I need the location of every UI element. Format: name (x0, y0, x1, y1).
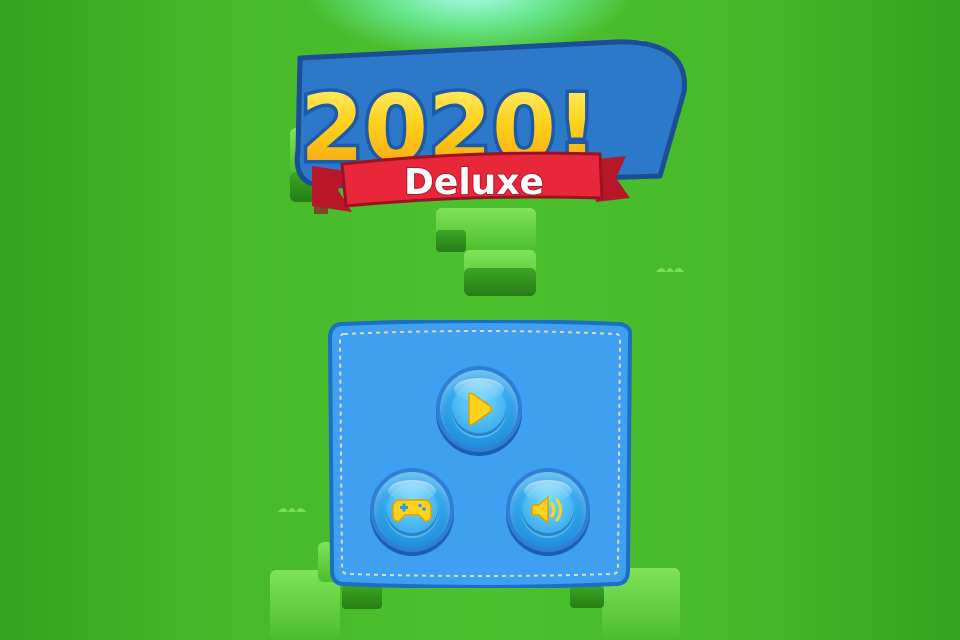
gamepad-icon (392, 499, 432, 522)
main-menu-panel (328, 320, 632, 588)
play-icon (468, 392, 493, 426)
logo-subtitle: Deluxe (404, 162, 544, 203)
speaker-icon (531, 495, 562, 525)
play-button[interactable] (440, 370, 518, 448)
sound-button[interactable] (510, 472, 586, 548)
more-games-button[interactable] (374, 472, 450, 548)
bush-tile (436, 208, 536, 296)
panel-background (328, 320, 632, 588)
game-logo: 2020! Deluxe (294, 39, 687, 212)
